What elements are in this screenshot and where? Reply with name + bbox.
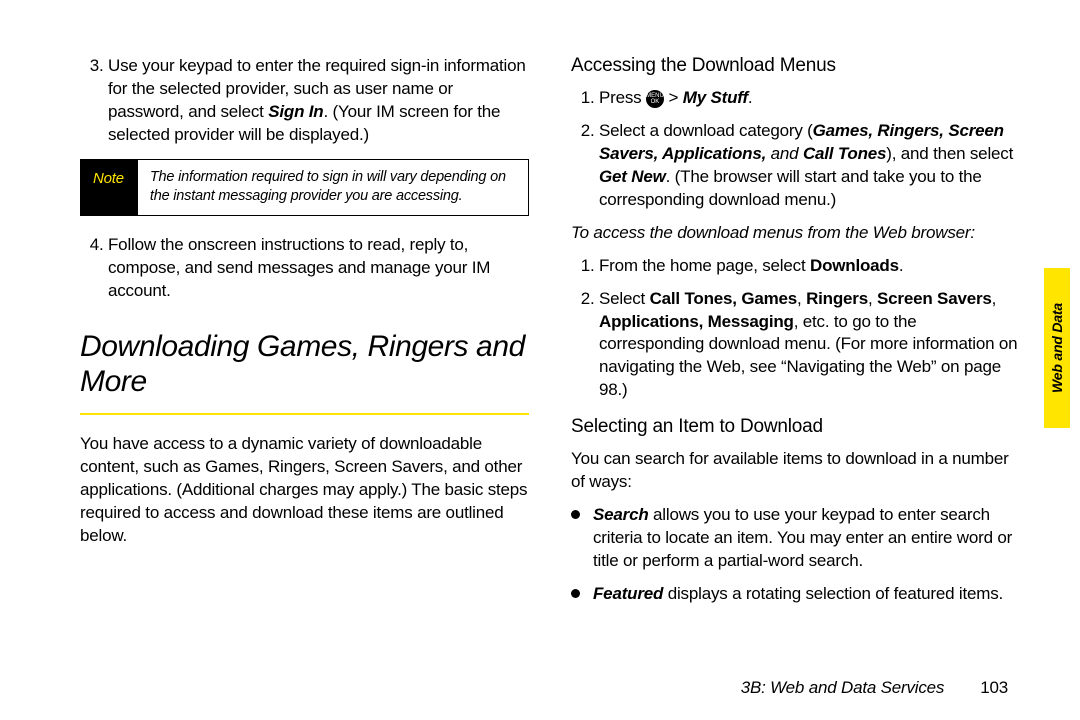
section-heading: Downloading Games, Ringers and More <box>80 329 529 400</box>
downloads-label: Downloads <box>810 256 899 275</box>
yellow-rule <box>80 413 529 415</box>
subhead-accessing: Accessing the Download Menus <box>571 55 1020 77</box>
web-s2-t2: , <box>868 289 877 308</box>
select-intro: You can search for available items to do… <box>571 448 1020 494</box>
access-steps: Press MENUOK > My Stuff. Select a downlo… <box>571 87 1020 212</box>
web-steps: From the home page, select Downloads. Se… <box>571 255 1020 403</box>
access-step-1: Press MENUOK > My Stuff. <box>599 87 1020 110</box>
search-rest: allows you to use your keypad to enter s… <box>593 505 1012 570</box>
note-body: The information required to sign in will… <box>138 160 528 215</box>
web-s2-t1: , <box>797 289 806 308</box>
right-column: Accessing the Download Menus Press MENUO… <box>571 55 1020 616</box>
web-intro: To access the download menus from the We… <box>571 222 1020 245</box>
web-s2-t3: , <box>992 289 997 308</box>
note-box: Note The information required to sign in… <box>80 159 529 216</box>
step-3: Use your keypad to enter the required si… <box>108 55 529 147</box>
note-label: Note <box>81 160 138 215</box>
im-steps-continued-2: Follow the onscreen instructions to read… <box>80 234 529 303</box>
page-footer: 3B: Web and Data Services 103 <box>741 678 1008 698</box>
left-column: Use your keypad to enter the required si… <box>80 55 529 616</box>
featured-lead: Featured <box>593 584 663 603</box>
download-options: Search allows you to use your keypad to … <box>571 504 1020 606</box>
bullet-featured: Featured displays a rotating selection o… <box>571 583 1020 606</box>
web-step-1: From the home page, select Downloads. <box>599 255 1020 278</box>
featured-rest: displays a rotating selection of feature… <box>663 584 1003 603</box>
side-tab-label: Web and Data <box>1049 303 1065 393</box>
sign-in-label: Sign In <box>268 102 323 121</box>
access-s2-calltones: Call Tones <box>803 144 886 163</box>
subhead-selecting: Selecting an Item to Download <box>571 416 1020 438</box>
two-column-layout: Use your keypad to enter the required si… <box>80 55 1020 616</box>
my-stuff-label: My Stuff <box>683 88 748 107</box>
manual-page: Use your keypad to enter the required si… <box>0 0 1080 720</box>
web-s1-post: . <box>899 256 904 275</box>
side-tab: Web and Data <box>1044 268 1070 428</box>
access-s2-pre: Select a download category ( <box>599 121 813 140</box>
web-step-2: Select Call Tones, Games, Ringers, Scree… <box>599 288 1020 403</box>
web-s2-b1: Call Tones, Games <box>650 289 797 308</box>
web-s1-pre: From the home page, select <box>599 256 810 275</box>
get-new-label: Get New <box>599 167 666 186</box>
access-s1-gt: > <box>664 88 683 107</box>
web-s2-b2: Ringers <box>806 289 868 308</box>
web-s2-b4: Applications, Messaging <box>599 312 794 331</box>
access-s2-mid1: ), and then select <box>886 144 1013 163</box>
footer-page-number: 103 <box>980 678 1008 697</box>
access-s1-post: . <box>748 88 753 107</box>
intro-paragraph: You have access to a dynamic variety of … <box>80 433 529 548</box>
step-4: Follow the onscreen instructions to read… <box>108 234 529 303</box>
menu-ok-icon: MENUOK <box>646 90 664 108</box>
access-step-2: Select a download category (Games, Ringe… <box>599 120 1020 212</box>
im-steps-continued: Use your keypad to enter the required si… <box>80 55 529 147</box>
access-s2-and: and <box>766 144 803 163</box>
web-s2-b3: Screen Savers <box>877 289 992 308</box>
web-s2-pre: Select <box>599 289 650 308</box>
access-s1-pre: Press <box>599 88 646 107</box>
footer-section: 3B: Web and Data Services <box>741 678 945 697</box>
bullet-search: Search allows you to use your keypad to … <box>571 504 1020 573</box>
search-lead: Search <box>593 505 649 524</box>
